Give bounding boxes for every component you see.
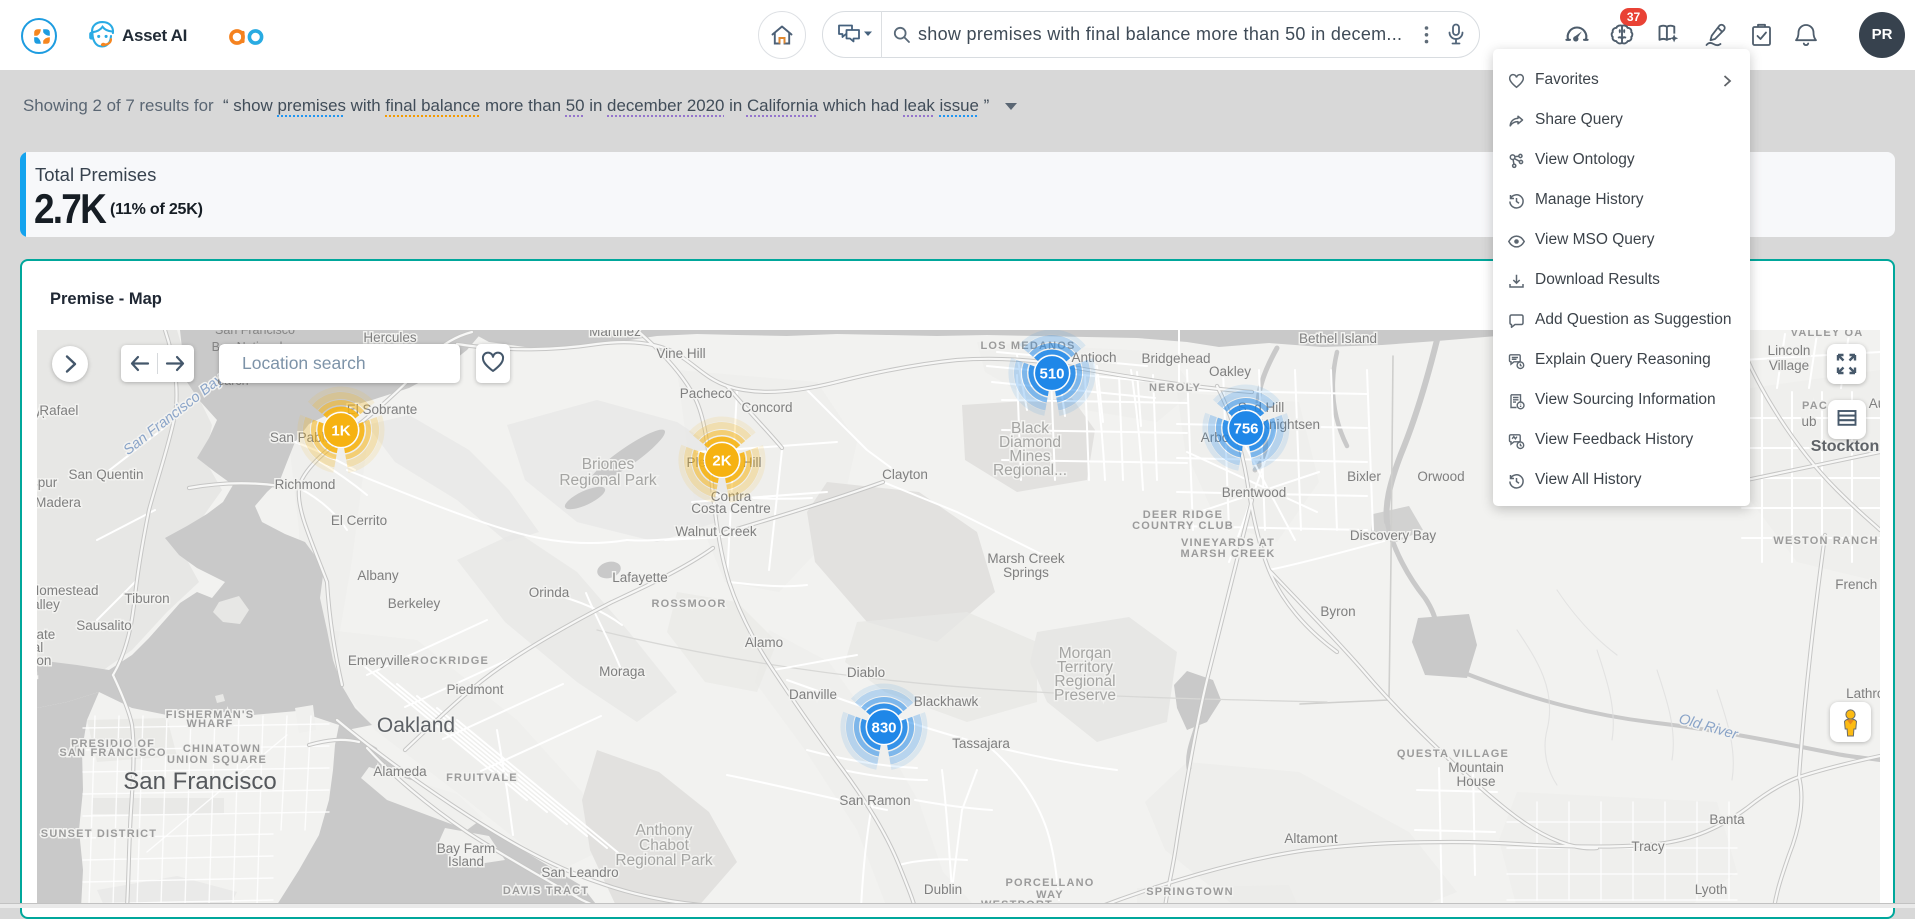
svg-text:Albany: Albany <box>357 568 399 583</box>
svg-text:Alameda: Alameda <box>373 764 427 779</box>
svg-text:Walnut Creek: Walnut Creek <box>675 524 757 539</box>
svg-text:San Ramon: San Ramon <box>839 793 910 808</box>
svg-text:Island: Island <box>448 854 484 869</box>
svg-text:ROCKRIDGE: ROCKRIDGE <box>411 655 489 667</box>
svg-text:Discovery Bay: Discovery Bay <box>1350 528 1437 543</box>
svg-text:eation: eation <box>37 653 51 668</box>
svg-text:Alamo: Alamo <box>745 635 783 650</box>
svg-text:Vine Hill: Vine Hill <box>656 346 705 361</box>
svg-text:Bridgehead: Bridgehead <box>1141 351 1210 366</box>
svg-text:French C: French C <box>1835 577 1880 592</box>
svg-text:Valley: Valley <box>37 597 60 612</box>
svg-text:Berkeley: Berkeley <box>388 596 441 611</box>
svg-text:Oakland: Oakland <box>377 714 455 737</box>
svg-text:Oakley: Oakley <box>1209 364 1251 379</box>
svg-text:ROSSMOOR: ROSSMOOR <box>652 598 727 610</box>
svg-text:COUNTRY CLUB: COUNTRY CLUB <box>1132 520 1234 532</box>
svg-text:Lafayette: Lafayette <box>612 570 668 585</box>
svg-text:PAC: PAC <box>1802 400 1828 412</box>
svg-text:Tassajara: Tassajara <box>952 736 1010 751</box>
svg-text:San Quentin: San Quentin <box>68 467 143 482</box>
svg-text:Madera: Madera <box>37 495 81 510</box>
svg-text:San Francisco: San Francisco <box>215 330 295 337</box>
svg-text:Concord: Concord <box>741 400 792 415</box>
svg-text:Clayton: Clayton <box>882 467 928 482</box>
svg-text:Larkspur: Larkspur <box>37 475 58 490</box>
svg-text:House: House <box>1456 774 1495 789</box>
svg-text:Briones: Briones <box>582 456 635 473</box>
svg-text:Regional Park: Regional Park <box>615 852 713 869</box>
svg-text:MARSH CREEK: MARSH CREEK <box>1180 548 1275 560</box>
svg-text:Richmond: Richmond <box>275 477 336 492</box>
svg-text:Marsh Creek: Marsh Creek <box>987 551 1065 566</box>
svg-text:QUESTA VILLAGE: QUESTA VILLAGE <box>1397 748 1509 760</box>
svg-text:FRUITVALE: FRUITVALE <box>446 772 518 784</box>
svg-text:Moraga: Moraga <box>599 664 645 679</box>
svg-text:San Rafael: San Rafael <box>37 403 78 418</box>
svg-text:Sausalito: Sausalito <box>76 618 132 633</box>
svg-text:UNION SQUARE: UNION SQUARE <box>167 754 267 766</box>
svg-text:Pacheco: Pacheco <box>680 386 733 401</box>
svg-text:756: 756 <box>1233 421 1258 438</box>
svg-text:Dublin: Dublin <box>924 882 962 897</box>
svg-text:Danville: Danville <box>789 687 837 702</box>
svg-text:Brentwood: Brentwood <box>1222 485 1287 500</box>
svg-text:830: 830 <box>871 720 896 737</box>
svg-text:Regional Park: Regional Park <box>559 472 657 489</box>
svg-text:Diablo: Diablo <box>847 665 885 680</box>
svg-text:Preserve: Preserve <box>1054 687 1116 704</box>
svg-text:San Francisco: San Francisco <box>123 768 276 795</box>
svg-text:Lathrop: Lathrop <box>1846 686 1880 701</box>
svg-text:Tiburon: Tiburon <box>124 591 169 606</box>
svg-text:Hercules: Hercules <box>363 330 417 345</box>
svg-text:Mountain: Mountain <box>1448 760 1504 775</box>
svg-text:Bethel Island: Bethel Island <box>1299 331 1377 346</box>
svg-text:PORCELLANO: PORCELLANO <box>1006 877 1095 889</box>
svg-text:Byron: Byron <box>1320 604 1355 619</box>
svg-text:Orwood: Orwood <box>1417 469 1464 484</box>
svg-text:ub: ub <box>1801 414 1816 429</box>
svg-text:Blackhawk: Blackhawk <box>914 694 979 709</box>
svg-text:510: 510 <box>1039 366 1064 383</box>
svg-text:SAN FRANCISCO: SAN FRANCISCO <box>59 747 166 759</box>
svg-text:WHARF: WHARF <box>187 718 234 730</box>
svg-text:SPRINGTOWN: SPRINGTOWN <box>1146 886 1234 898</box>
svg-text:2K: 2K <box>712 453 731 470</box>
svg-text:El Cerrito: El Cerrito <box>331 513 387 528</box>
svg-text:Bixler: Bixler <box>1347 469 1381 484</box>
svg-text:WESTON RANCH: WESTON RANCH <box>1773 535 1878 547</box>
svg-text:NEROLY: NEROLY <box>1149 382 1201 394</box>
svg-text:Au: Au <box>1869 396 1880 411</box>
svg-text:Orinda: Orinda <box>529 585 570 600</box>
svg-text:Tracy: Tracy <box>1631 839 1664 854</box>
svg-text:DAVIS TRACT: DAVIS TRACT <box>503 885 589 897</box>
svg-text:Emeryville: Emeryville <box>348 653 410 668</box>
svg-text:Piedmont: Piedmont <box>446 682 503 697</box>
svg-text:Stockton: Stockton <box>1811 438 1879 455</box>
svg-text:Springs: Springs <box>1003 565 1049 580</box>
svg-text:Costa Centre: Costa Centre <box>691 501 771 516</box>
svg-text:SUNSET DISTRICT: SUNSET DISTRICT <box>41 828 157 840</box>
svg-text:VALLEY OA: VALLEY OA <box>1791 330 1864 339</box>
svg-text:Homestead: Homestead <box>37 583 99 598</box>
svg-text:Banta: Banta <box>1709 812 1745 827</box>
svg-text:Altamont: Altamont <box>1284 831 1338 846</box>
svg-text:Martinez: Martinez <box>589 330 641 339</box>
svg-text:1K: 1K <box>331 423 350 440</box>
svg-text:Lyoth: Lyoth <box>1695 882 1728 897</box>
svg-text:Lincoln: Lincoln <box>1768 343 1811 358</box>
svg-text:Regional...: Regional... <box>993 462 1067 479</box>
svg-text:Village: Village <box>1769 358 1809 373</box>
svg-text:San Leandro: San Leandro <box>541 865 618 880</box>
